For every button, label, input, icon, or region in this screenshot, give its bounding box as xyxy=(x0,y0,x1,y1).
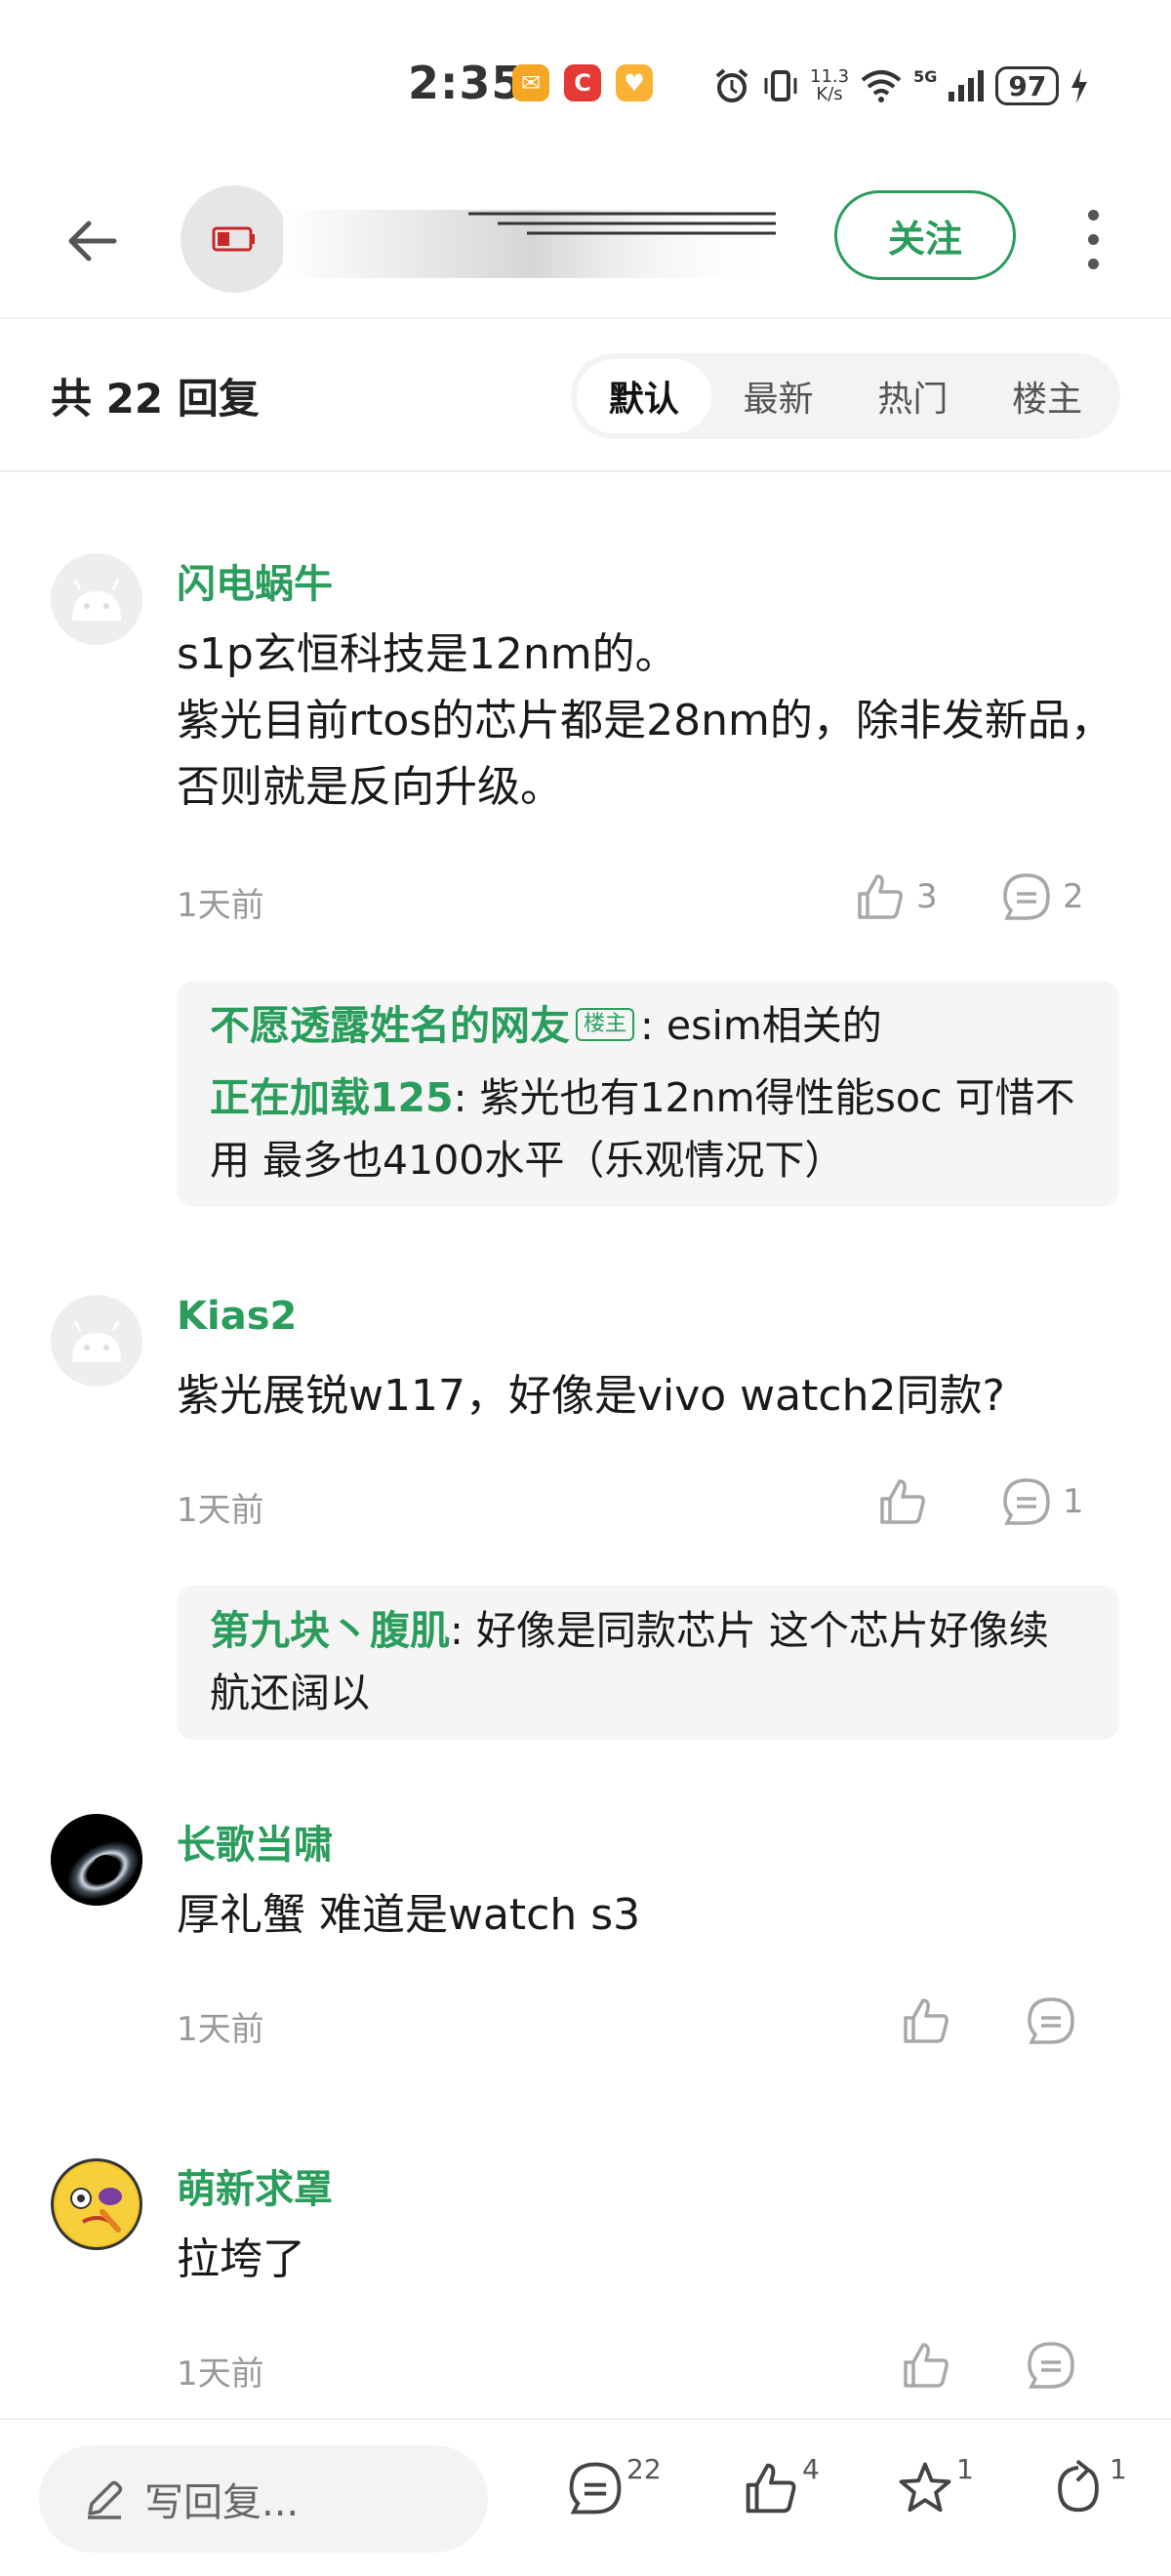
comment-time: 1天前 xyxy=(177,2010,264,2049)
system-indicators: 11.3 K/s 5G 97 xyxy=(712,57,1090,115)
sub-reply-author[interactable]: 不愿透露姓名的网友 xyxy=(210,1002,570,1049)
sub-reply: 不愿透露姓名的网友 楼主: esim相关的 xyxy=(210,1002,882,1049)
battery-indicator: 97 xyxy=(995,66,1060,105)
avatar[interactable] xyxy=(51,553,142,645)
comment-author[interactable]: 长歌当啸 xyxy=(177,1813,333,1870)
default-android-avatar-icon xyxy=(72,1320,121,1362)
wifi-icon xyxy=(861,70,902,102)
sub-replies-box[interactable]: 不愿透露姓名的网友 楼主: esim相关的 正在加载125: 紫光也有12nm得性… xyxy=(177,981,1119,1207)
comment-bubble-icon xyxy=(1003,1478,1050,1525)
vibrate-icon xyxy=(764,70,797,101)
reply-count: 2 xyxy=(1063,877,1084,916)
shares-count: 1 xyxy=(1110,2453,1127,2485)
comment-time: 1天前 xyxy=(177,886,264,925)
write-reply-input[interactable]: 写回复... xyxy=(39,2445,488,2553)
emoji-face-avatar-icon xyxy=(56,2163,138,2245)
status-time: 2:35 xyxy=(408,57,524,109)
favorites-count: 1 xyxy=(956,2453,974,2485)
reply-button[interactable] xyxy=(1025,2339,1087,2392)
sort-tabs: 默认 最新 热门 楼主 xyxy=(571,353,1120,439)
comment-time: 1天前 xyxy=(177,2355,264,2394)
more-vertical-icon xyxy=(1087,209,1099,221)
alarm-icon xyxy=(715,68,748,102)
pencil-icon xyxy=(88,2480,123,2519)
comment-text: 厚礼蟹 难道是watch s3 xyxy=(177,1890,641,1940)
favorite-button[interactable]: 1 xyxy=(896,2453,974,2537)
like-button[interactable] xyxy=(876,1475,939,1528)
comment-author[interactable]: 闪电蜗牛 xyxy=(177,552,333,609)
comment-bubble-icon xyxy=(569,2462,622,2515)
reply-button[interactable] xyxy=(1025,1994,1087,2047)
reply-count: 共 22 回复 xyxy=(51,375,260,423)
blurred-title-graphic xyxy=(283,210,781,278)
sub-reply-author[interactable]: 正在加载125 xyxy=(210,1074,454,1121)
poster-avatar[interactable] xyxy=(181,185,288,293)
like-button[interactable] xyxy=(900,1994,962,2047)
black-hole-avatar-icon xyxy=(51,1814,142,1906)
app-header: 关注 xyxy=(0,171,1171,317)
write-reply-placeholder: 写回复... xyxy=(144,2480,300,2525)
app-shield-notification-icon: ♥ xyxy=(616,64,653,101)
sub-reply: 正在加载125: 紫光也有12nm得性能soc 可惜不用 最多也4100水平（乐… xyxy=(210,1074,1075,1184)
avatar[interactable] xyxy=(51,1295,142,1387)
share-button[interactable]: 1 xyxy=(1049,2453,1127,2537)
mail-notification-icon: ✉ xyxy=(512,64,549,101)
like-button[interactable] xyxy=(900,2339,962,2392)
back-button[interactable] xyxy=(54,202,132,280)
reply-count: 1 xyxy=(1063,1482,1084,1521)
sub-reply: 第九块丶腹肌: 好像是同款芯片 这个芯片好像续航还阔以 xyxy=(210,1607,1049,1716)
sub-reply-author[interactable]: 第九块丶腹肌 xyxy=(210,1607,450,1654)
like-count: 3 xyxy=(916,877,938,916)
thumb-up-icon xyxy=(858,874,903,919)
replies-header: 共 22 回复 默认 最新 热门 楼主 xyxy=(0,319,1171,470)
network-speed: 11.3 K/s xyxy=(810,66,850,104)
comment-text: 紫光展锐w117，好像是vivo watch2同款? xyxy=(177,1371,1005,1421)
comment-author[interactable]: 萌新求罩 xyxy=(177,2157,333,2214)
thumb-up-icon xyxy=(880,1479,925,1524)
follow-button[interactable]: 关注 xyxy=(834,190,1016,280)
tab-latest[interactable]: 最新 xyxy=(711,359,846,433)
comment-text: 拉垮了 xyxy=(177,2234,305,2284)
back-arrow-icon xyxy=(68,221,117,262)
bottom-action-bar: 写回复... 22 4 1 1 xyxy=(0,2418,1171,2576)
like-post-button[interactable]: 4 xyxy=(742,2453,820,2537)
avatar[interactable] xyxy=(51,1814,142,1906)
comment-bubble-icon xyxy=(1028,2342,1074,2389)
tab-hot[interactable]: 热门 xyxy=(846,359,981,433)
comment-author[interactable]: Kias2 xyxy=(177,1294,297,1339)
like-button[interactable]: 3 xyxy=(854,870,938,923)
comment-bubble-icon xyxy=(1003,873,1050,920)
battery-logo-icon xyxy=(212,226,255,252)
comment-text: s1p玄恒科技是12nm的。 紫光目前rtos的芯片都是28nm的，除非发新品，… xyxy=(177,629,1113,812)
signal-icon xyxy=(949,70,985,101)
tab-op-only[interactable]: 楼主 xyxy=(980,359,1114,433)
comment-bubble-icon xyxy=(1028,1997,1074,2044)
comments-button[interactable]: 22 xyxy=(566,2453,662,2537)
comments-count: 22 xyxy=(626,2453,662,2485)
tab-default[interactable]: 默认 xyxy=(577,359,711,433)
share-icon xyxy=(1058,2459,1099,2513)
avatar[interactable] xyxy=(51,2158,142,2250)
reply-button[interactable]: 1 xyxy=(1000,1475,1084,1528)
section-divider xyxy=(0,470,1171,472)
sub-replies-box[interactable]: 第九块丶腹肌: 好像是同款芯片 这个芯片好像续航还阔以 xyxy=(177,1586,1119,1740)
thumb-up-icon xyxy=(904,1998,949,2043)
op-badge: 楼主 xyxy=(576,1008,635,1041)
star-icon xyxy=(899,2462,951,2513)
likes-count: 4 xyxy=(802,2453,820,2485)
network-type: 5G xyxy=(913,66,938,86)
charging-icon xyxy=(1071,68,1088,103)
comment-time: 1天前 xyxy=(177,1491,264,1530)
thumb-up-icon xyxy=(746,2463,796,2514)
app-c-notification-icon: C xyxy=(564,64,601,101)
more-options-button[interactable] xyxy=(1073,200,1112,278)
default-android-avatar-icon xyxy=(72,579,121,621)
reply-button[interactable]: 2 xyxy=(1000,870,1084,923)
status-bar: 2:35 ✉ C ♥ 11.3 K/s 5G 97 xyxy=(0,0,1171,171)
thumb-up-icon xyxy=(904,2343,949,2388)
